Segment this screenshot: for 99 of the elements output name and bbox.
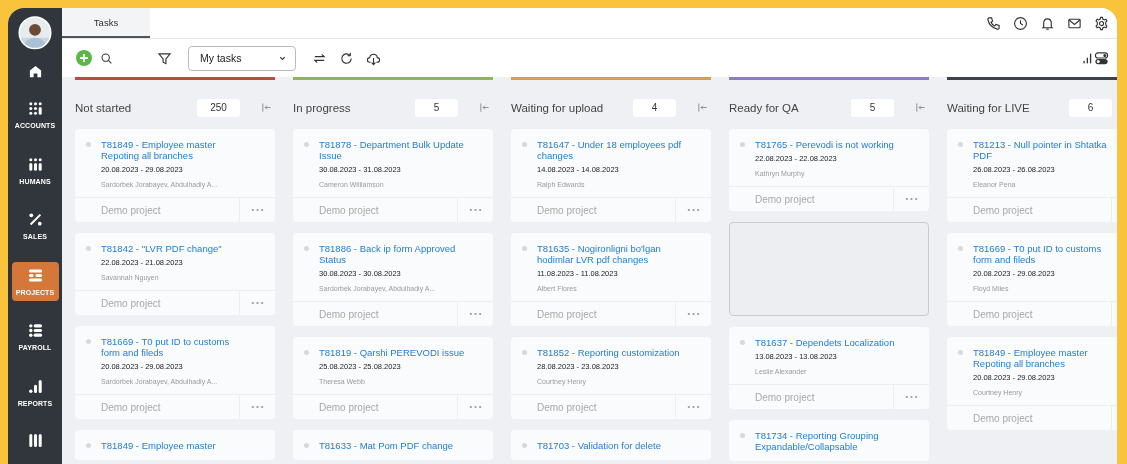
project-name: Demo project [972,203,1034,218]
humans-icon [27,156,43,172]
project-name: Demo project [100,400,162,415]
search-icon[interactable] [100,51,113,65]
collapse-icon[interactable] [261,102,272,113]
sales-icon [27,212,43,228]
task-title[interactable]: T81842 - "LVR PDF change" [101,243,248,254]
signal-bars-icon[interactable] [1081,51,1094,65]
status-dot [86,142,91,147]
projects-icon [27,267,43,283]
project-name: Demo project [318,400,380,415]
more-icon [687,405,700,409]
tab[interactable]: Tasks [62,8,150,38]
toggle-icon[interactable] [1094,50,1109,66]
more-icon [251,405,264,409]
task-title[interactable]: T81765 - Perevodi is not working [755,139,902,150]
accounts-icon [27,101,43,117]
task-title[interactable]: T81849 - Employee master Repoting all branches [101,139,248,161]
payroll-icon [27,323,43,339]
collapse-icon[interactable] [479,102,490,113]
status-dot [522,246,527,251]
project-name: Demo project [536,203,598,218]
project-name: Demo project [972,411,1034,426]
collapse-icon[interactable] [697,102,708,113]
bell-icon[interactable] [1040,15,1055,31]
status-dot [86,443,91,448]
status-dot [304,246,309,251]
task-title[interactable]: T81849 - Employee master [101,440,248,451]
more-icon [251,208,264,212]
task-card[interactable]: T81734 - Reporting Grouping Expandable/Collapsable [729,420,929,461]
more-icon [251,301,264,305]
more-icon [469,208,482,212]
more-icon [905,395,918,399]
project-name: Demo project [754,192,816,207]
documents-icon [27,432,43,448]
task-count: 6 [1069,98,1112,117]
task-title[interactable]: T81819 - Qarshi PEREVODI issue [319,347,466,358]
task-card[interactable]: T81633 - Mat Pom PDF change [293,430,493,460]
more-icon [469,312,482,316]
project-name: Demo project [100,203,162,218]
status-dot [522,350,527,355]
status-dot [86,339,91,344]
task-title[interactable]: T81647 - Under 18 employees pdf changes [537,139,684,161]
phone-icon[interactable] [986,15,1001,31]
status-dot [958,246,963,251]
refresh-icon[interactable] [339,50,354,66]
status-dot [958,142,963,147]
status-dot [86,246,91,251]
status-dot [304,142,309,147]
project-name: Demo project [754,390,816,405]
status-dot [304,350,309,355]
task-title[interactable]: T81849 - Employee master Repoting all branches [973,347,1117,369]
status-dot [304,443,309,448]
settings-icon[interactable] [1094,15,1109,31]
filter-icon[interactable] [157,50,172,66]
more-icon [687,312,700,316]
task-count: 250 [197,98,240,117]
task-title[interactable]: T81703 - Validation for delete [537,440,684,451]
view-select[interactable]: My tasks [188,45,296,71]
status-dot [522,142,527,147]
task-card[interactable]: T81849 - Employee master [75,430,275,460]
collapse-icon[interactable] [915,102,926,113]
project-name: Demo project [318,307,380,322]
more-icon [687,208,700,212]
add-icon[interactable] [76,50,92,66]
home-icon [27,63,43,79]
task-count: 4 [633,98,676,117]
task-title[interactable]: T81669 - T0 put ID to customs form and fileds [973,243,1117,265]
task-count: 5 [415,98,458,117]
status-dot [958,350,963,355]
project-name: Demo project [100,296,162,311]
reports-icon [27,378,43,394]
task-count: 5 [851,98,894,117]
task-card[interactable]: T81703 - Validation for delete [511,430,711,460]
task-title[interactable]: T81886 - Back ip form Approved Status [319,243,466,265]
more-icon [905,197,918,201]
task-title[interactable]: T81852 - Reporting customization [537,347,684,358]
task-title[interactable]: T81669 - T0 put ID to customs form and fileds [101,336,248,358]
clock-icon[interactable] [1013,15,1028,31]
task-title[interactable]: T81637 - Dependets Localization [755,337,902,348]
project-name: Demo project [972,307,1034,322]
column-title: Not started [75,101,133,114]
project-name: Demo project [536,307,598,322]
more-icon [469,405,482,409]
status-dot [522,443,527,448]
task-title[interactable]: T81878 - Department Bulk Update Issue [319,139,466,161]
project-name: Demo project [318,203,380,218]
status-dot [740,142,745,147]
column-title: Ready for QA [729,101,800,114]
status-dot [740,433,745,438]
column-title: In progress [293,101,352,114]
column-title: Waiting for LIVE [947,101,1031,114]
task-title[interactable]: T81635 - Nogironligni bo'lgan hodimlar LVR pdf changes [537,243,684,265]
task-title[interactable]: T81213 - Null pointer in Shtatka PDF [973,139,1117,161]
task-title[interactable]: T81633 - Mat Pom PDF change [319,440,466,451]
project-name: Demo project [536,400,598,415]
task-title[interactable]: T81734 - Reporting Grouping Expandable/Collapsable [755,430,902,452]
status-dot [740,340,745,345]
column-title: Waiting for upload [511,101,605,114]
